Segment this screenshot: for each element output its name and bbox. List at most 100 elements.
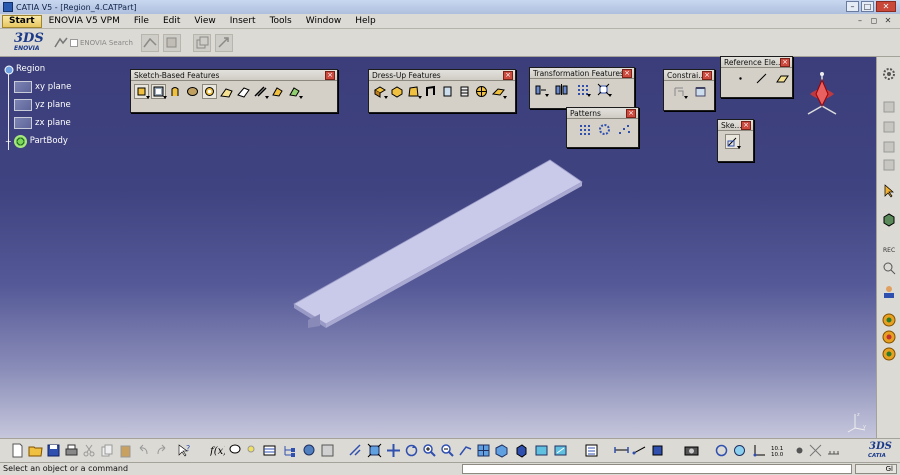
update-icon[interactable] <box>732 443 747 458</box>
shell-icon[interactable] <box>423 84 438 99</box>
tree-item-zx-plane[interactable]: zx plane <box>3 114 71 132</box>
rectangular-pattern-icon[interactable] <box>575 82 591 97</box>
measure-between-icon[interactable] <box>614 443 629 458</box>
multi-section-solid-icon[interactable] <box>270 84 285 99</box>
tree-item-partbody[interactable]: + PartBody <box>3 132 71 150</box>
formula-icon[interactable] <box>881 119 897 135</box>
toolbar-patterns[interactable]: Patterns × <box>566 107 639 148</box>
open-folder-icon[interactable] <box>28 443 43 458</box>
select-cursor-icon[interactable] <box>881 183 897 199</box>
pad-icon[interactable] <box>134 84 150 99</box>
edge-fillet-icon[interactable] <box>372 84 388 99</box>
mirror-icon[interactable] <box>554 82 569 97</box>
print-icon[interactable] <box>64 443 79 458</box>
cut-icon[interactable] <box>82 443 97 458</box>
table-icon[interactable] <box>262 443 277 458</box>
toolbar-dress-up-features[interactable]: Dress-Up Features × <box>368 69 516 113</box>
maximize-button[interactable]: □ <box>861 1 874 12</box>
constraint-icon[interactable] <box>693 84 708 99</box>
tree-item-yz-plane[interactable]: yz plane <box>3 96 71 114</box>
pan-icon[interactable] <box>386 443 401 458</box>
menu-enovia[interactable]: ENOVIA V5 VPM <box>42 15 127 28</box>
hide-show-icon[interactable] <box>534 443 549 458</box>
thickness-icon[interactable] <box>440 84 455 99</box>
rotate-tool-icon[interactable] <box>214 33 233 52</box>
render-material-icon[interactable] <box>881 329 897 345</box>
toolbar-sketcher[interactable]: Ske... × <box>717 119 754 162</box>
fit-all-icon[interactable] <box>367 443 382 458</box>
formula-fx-icon[interactable]: f(x) <box>209 443 227 458</box>
copy-tool-icon[interactable] <box>192 33 211 52</box>
toolbar-close-button[interactable]: × <box>622 69 632 78</box>
iso-view-icon[interactable] <box>494 443 509 458</box>
circular-pattern-icon[interactable] <box>597 122 612 137</box>
new-file-icon[interactable] <box>10 443 25 458</box>
rectangular-pattern-icon[interactable] <box>577 122 592 137</box>
enovia-search[interactable]: ENOVIA Search <box>54 37 133 49</box>
snap-point-icon[interactable] <box>792 443 807 458</box>
menu-help[interactable]: Help <box>348 15 383 28</box>
menu-tools[interactable]: Tools <box>263 15 299 28</box>
toolbar-close-button[interactable]: × <box>741 121 751 130</box>
toolbar-close-button[interactable]: × <box>503 71 513 80</box>
expand-plus-icon[interactable]: + <box>5 137 12 146</box>
measure-inertia-icon[interactable] <box>650 443 665 458</box>
remove-face-icon[interactable] <box>474 84 489 99</box>
groove-icon[interactable] <box>185 84 200 99</box>
view-cube-icon[interactable] <box>881 212 897 228</box>
mdi-restore-button[interactable]: ◻ <box>869 16 879 26</box>
swap-visible-space-icon[interactable] <box>553 443 568 458</box>
units-icon[interactable]: 10.1 10.0 <box>770 443 788 458</box>
pocket-icon[interactable] <box>151 84 167 99</box>
toolbar-close-button[interactable]: × <box>780 58 790 67</box>
record-icon[interactable]: REC <box>881 242 897 258</box>
translation-icon[interactable] <box>533 82 549 97</box>
toolbar-constraints[interactable]: Constrai... × <box>663 69 715 111</box>
command-button[interactable]: Gl <box>855 464 897 474</box>
shaft-icon[interactable] <box>168 84 183 99</box>
sketch-icon[interactable] <box>725 134 741 149</box>
paste-icon[interactable] <box>118 443 133 458</box>
zoom-in-icon[interactable] <box>422 443 437 458</box>
thread-icon[interactable] <box>457 84 472 99</box>
toolbar-transformation-features[interactable]: Transformation Features × <box>529 67 635 109</box>
magnifier-icon[interactable] <box>881 260 897 276</box>
fly-mode-icon[interactable] <box>348 443 363 458</box>
shading-icon[interactable] <box>514 443 529 458</box>
parameters-icon[interactable] <box>320 443 335 458</box>
tree-item-region[interactable]: Region <box>3 60 71 78</box>
toolbar-sketch-based-features[interactable]: Sketch-Based Features × <box>130 69 338 113</box>
enovia-logo-icon[interactable]: 3DS ENOVIA <box>8 30 48 56</box>
camera-icon[interactable] <box>684 443 699 458</box>
rib-icon[interactable] <box>219 84 234 99</box>
measure-item-icon[interactable] <box>632 443 647 458</box>
command-input[interactable] <box>462 464 852 474</box>
toolbar-close-button[interactable]: × <box>325 71 335 80</box>
gear-settings-icon[interactable] <box>881 66 897 82</box>
redo-icon[interactable] <box>154 443 169 458</box>
apply-material-icon[interactable] <box>881 312 897 328</box>
menu-insert[interactable]: Insert <box>223 15 263 28</box>
point-icon[interactable] <box>733 71 748 86</box>
menu-start[interactable]: Start <box>2 14 42 28</box>
minimize-button[interactable]: – <box>846 1 859 12</box>
menu-window[interactable]: Window <box>299 15 349 28</box>
slot-icon[interactable] <box>236 84 251 99</box>
menu-edit[interactable]: Edit <box>156 15 187 28</box>
sketch-tool-icon[interactable] <box>140 33 159 52</box>
ruler-icon[interactable] <box>826 443 841 458</box>
scaling-icon[interactable] <box>596 82 612 97</box>
menu-view[interactable]: View <box>187 15 222 28</box>
user-profile-icon[interactable] <box>881 283 897 299</box>
part-geometry[interactable] <box>280 150 590 330</box>
catalog-icon[interactable] <box>302 443 317 458</box>
replace-face-icon[interactable] <box>491 84 507 99</box>
plane-icon[interactable] <box>775 71 790 86</box>
menu-file[interactable]: File <box>127 15 156 28</box>
toolbar-close-button[interactable]: × <box>626 109 636 118</box>
copy-icon[interactable] <box>100 443 115 458</box>
hole-icon[interactable] <box>202 84 217 99</box>
stiffener-icon[interactable] <box>253 84 269 99</box>
mdi-close-button[interactable]: ✕ <box>883 16 893 26</box>
axis-system-icon[interactable] <box>752 443 767 458</box>
